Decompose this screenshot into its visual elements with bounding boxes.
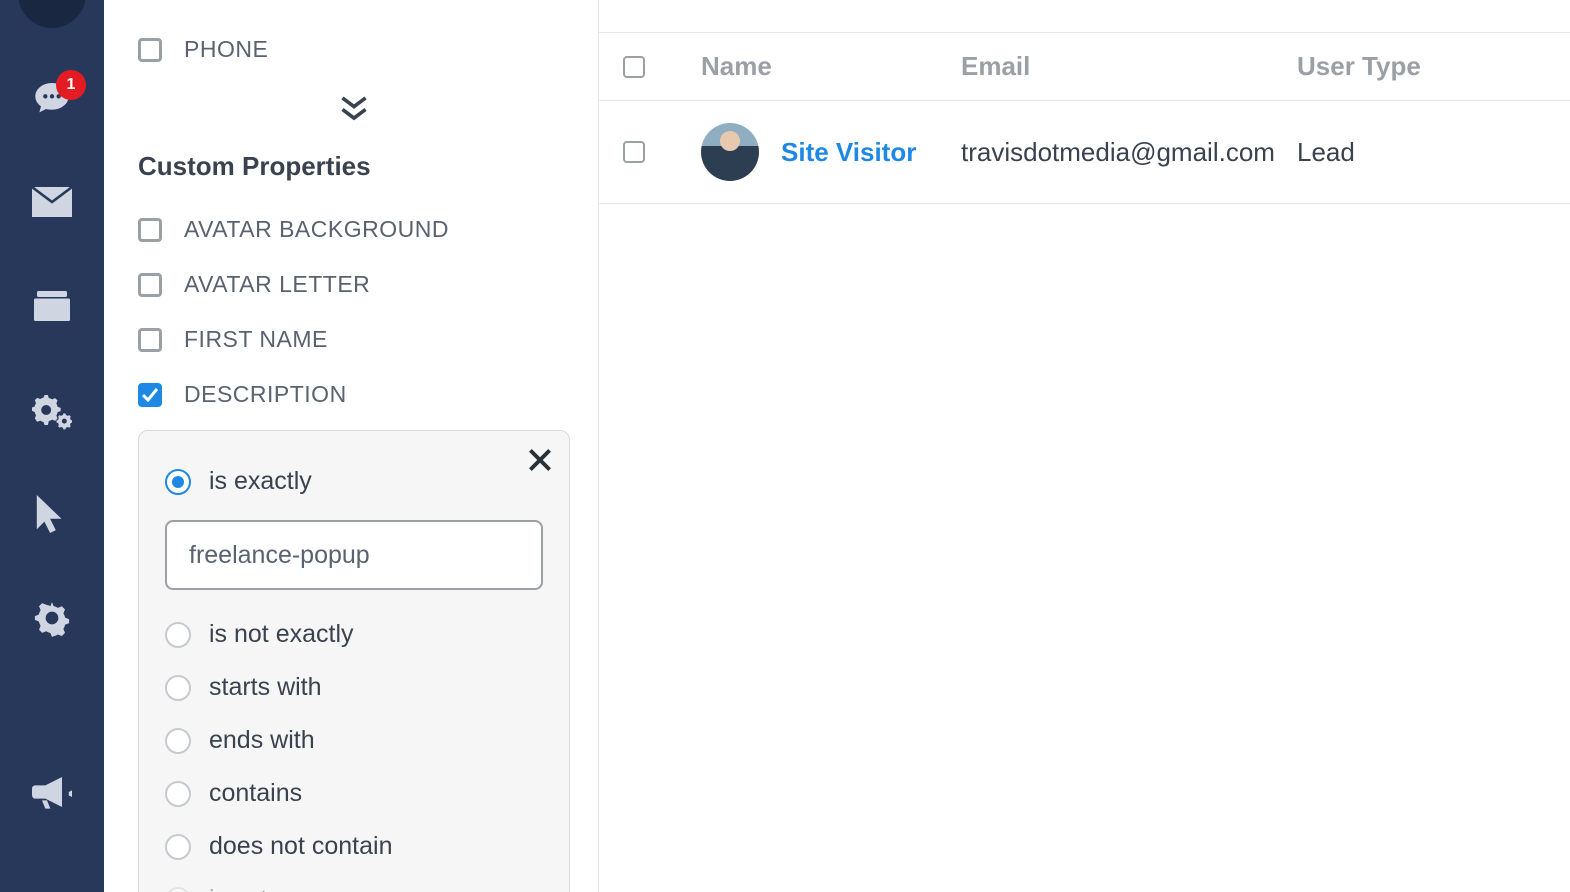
close-icon xyxy=(529,449,551,471)
radio[interactable] xyxy=(165,675,191,701)
checkbox-checked[interactable] xyxy=(138,383,162,407)
nav-item-mail[interactable] xyxy=(0,150,104,254)
radio-ends-with[interactable]: ends with xyxy=(165,714,543,767)
checkbox[interactable] xyxy=(138,38,162,62)
radio-label: does not contain xyxy=(209,832,392,861)
checkbox[interactable] xyxy=(138,273,162,297)
filter-first-name[interactable]: FIRST NAME xyxy=(138,312,570,367)
radio[interactable] xyxy=(165,781,191,807)
nav-rail: 1 xyxy=(0,0,104,892)
column-header-type[interactable]: User Type xyxy=(1297,51,1546,82)
filter-avatar-background[interactable]: AVATAR BACKGROUND xyxy=(138,202,570,257)
radio-label: is not exactly xyxy=(209,620,354,649)
megaphone-icon xyxy=(32,775,72,809)
checkbox[interactable] xyxy=(138,218,162,242)
radio[interactable] xyxy=(165,622,191,648)
check-icon xyxy=(142,388,158,402)
radio[interactable] xyxy=(165,728,191,754)
filter-label: FIRST NAME xyxy=(184,326,328,353)
expand-more-button[interactable] xyxy=(138,77,570,151)
filter-avatar-letter[interactable]: AVATAR LETTER xyxy=(138,257,570,312)
select-all-checkbox[interactable] xyxy=(623,56,645,78)
radio-label: contains xyxy=(209,779,302,808)
user-avatar xyxy=(701,123,759,181)
close-filter-button[interactable] xyxy=(529,449,551,476)
gear-icon xyxy=(33,599,71,637)
gears-icon xyxy=(32,390,72,430)
filter-condition-panel: is exactly is not exactly starts with en… xyxy=(138,430,570,892)
custom-properties-heading: Custom Properties xyxy=(138,151,570,182)
radio-label: is exactly xyxy=(209,467,312,496)
radio[interactable] xyxy=(165,887,191,892)
row-checkbox[interactable] xyxy=(623,141,645,163)
radio-does-not-contain[interactable]: does not contain xyxy=(165,820,543,873)
cursor-icon xyxy=(36,495,68,533)
radio[interactable] xyxy=(165,834,191,860)
chevron-double-down-icon xyxy=(339,95,369,121)
filter-description[interactable]: DESCRIPTION xyxy=(138,367,570,422)
nav-item-announce[interactable] xyxy=(0,740,104,844)
filter-label: DESCRIPTION xyxy=(184,381,347,408)
messages-badge: 1 xyxy=(56,70,86,100)
filter-phone[interactable]: PHONE xyxy=(138,22,570,77)
filter-label: AVATAR LETTER xyxy=(184,271,370,298)
radio-label: ends with xyxy=(209,726,315,755)
radio-selected[interactable] xyxy=(165,469,191,495)
radio-label: starts with xyxy=(209,673,322,702)
nav-item-pointer[interactable] xyxy=(0,462,104,566)
nav-item-files[interactable] xyxy=(0,254,104,358)
radio-label: is set xyxy=(209,885,267,892)
filter-panel: PHONE Custom Properties AVATAR BACKGROUN… xyxy=(104,0,598,892)
filter-label: PHONE xyxy=(184,36,268,63)
radio-is-exactly[interactable]: is exactly xyxy=(165,455,543,508)
filter-value-input[interactable] xyxy=(165,520,543,590)
checkbox[interactable] xyxy=(138,328,162,352)
radio-starts-with[interactable]: starts with xyxy=(165,661,543,714)
radio-contains[interactable]: contains xyxy=(165,767,543,820)
nav-item-settings[interactable] xyxy=(0,566,104,670)
filter-label: AVATAR BACKGROUND xyxy=(184,216,449,243)
nav-item-automation[interactable] xyxy=(0,358,104,462)
stack-icon xyxy=(34,291,70,321)
results-table: Name Email User Type Site Visitor travis… xyxy=(598,0,1570,892)
table-row[interactable]: Site Visitor travisdotmedia@gmail.com Le… xyxy=(599,101,1570,204)
envelope-icon xyxy=(32,187,72,217)
user-type: Lead xyxy=(1297,137,1546,168)
user-email: travisdotmedia@gmail.com xyxy=(961,137,1297,168)
user-name-link[interactable]: Site Visitor xyxy=(781,137,916,168)
radio-is-not-exactly[interactable]: is not exactly xyxy=(165,608,543,661)
table-header-row: Name Email User Type xyxy=(599,32,1570,101)
account-avatar[interactable] xyxy=(18,0,86,28)
radio-is-set[interactable]: is set xyxy=(165,873,543,892)
nav-item-messages[interactable]: 1 xyxy=(0,46,104,150)
column-header-email[interactable]: Email xyxy=(961,51,1297,82)
column-header-name[interactable]: Name xyxy=(701,51,961,82)
